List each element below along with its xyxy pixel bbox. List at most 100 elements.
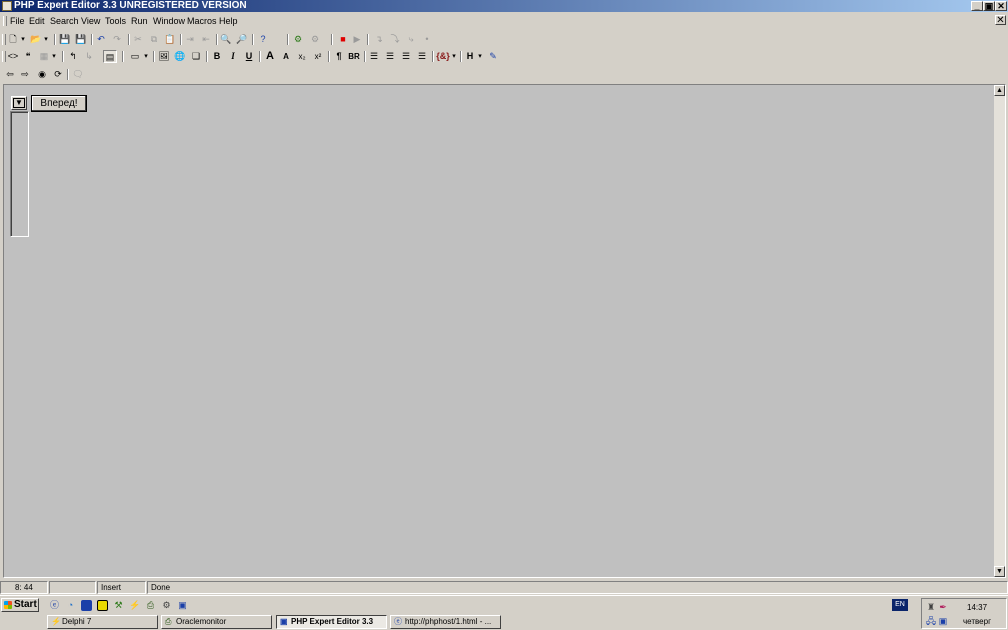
run-script-icon[interactable]: ⚙ <box>291 33 305 46</box>
indent-icon[interactable]: ⇥ <box>183 33 197 46</box>
copy-icon[interactable]: ⧉ <box>147 33 161 46</box>
stop-icon[interactable]: ■ <box>336 33 350 46</box>
design-view-icon[interactable]: ▤ <box>103 50 117 63</box>
find-icon[interactable]: 🔍 <box>219 33 233 46</box>
menu-macros[interactable]: Macros <box>185 15 219 27</box>
save-icon[interactable]: 💾 <box>58 33 72 46</box>
delphi-quicklaunch-icon[interactable]: ⚡ <box>129 600 140 611</box>
editor-preview-area[interactable]: ▲ ▼ <box>3 84 1006 578</box>
italic-icon[interactable]: I <box>226 50 240 63</box>
preview-icon[interactable]: 🗨 <box>71 68 85 81</box>
new-file-icon[interactable]: 🗋 <box>6 33 20 46</box>
highlight-pen-icon[interactable]: ✎ <box>486 50 500 63</box>
font-smaller-icon[interactable]: A <box>279 50 293 63</box>
comment-icon[interactable]: ↳ <box>82 50 96 63</box>
redo-icon[interactable]: ↷ <box>110 33 124 46</box>
align-left-icon[interactable]: ☰ <box>367 50 381 63</box>
paste-icon[interactable]: 📋 <box>163 33 177 46</box>
listbox[interactable] <box>10 111 29 237</box>
frame-icon[interactable]: ▭ <box>128 50 142 63</box>
menu-run[interactable]: Run <box>129 15 150 27</box>
vertical-scrollbar[interactable]: ▲ ▼ <box>994 85 1005 577</box>
step-icon[interactable]: ▶ <box>350 33 364 46</box>
app-quicklaunch-icon[interactable] <box>97 600 108 611</box>
refresh-icon[interactable]: ⟳ <box>51 68 65 81</box>
undo-icon[interactable]: ↶ <box>94 33 108 46</box>
superscript-icon[interactable]: x² <box>311 50 325 63</box>
breakpoint-icon[interactable]: • <box>420 33 434 46</box>
form-icon[interactable]: ❏ <box>189 50 203 63</box>
run-to-cursor-icon[interactable]: ⤷ <box>404 33 418 46</box>
paragraph-icon[interactable]: ¶ <box>332 50 346 63</box>
tag-icon[interactable]: <> <box>6 50 20 63</box>
step-over-icon[interactable]: ⤵ <box>388 33 402 46</box>
scroll-down-icon[interactable]: ▼ <box>994 566 1005 577</box>
frame-dropdown-icon[interactable]: ▾ <box>143 50 149 63</box>
justify-icon[interactable]: ☰ <box>415 50 429 63</box>
task-browser[interactable]: ⓔ http://phphost/1.html - ... <box>390 615 501 629</box>
tray-network-icon[interactable]: 🖧 <box>926 617 936 626</box>
cut-icon[interactable]: ✂ <box>131 33 145 46</box>
br-icon[interactable]: BR <box>347 50 361 63</box>
open-folder-icon[interactable]: 📂 <box>29 33 43 46</box>
menu-search[interactable]: Search <box>48 15 81 27</box>
printer-quicklaunch-icon[interactable]: ⎙ <box>145 600 156 611</box>
network-quicklaunch-icon[interactable]: ⚙ <box>161 600 172 611</box>
task-delphi[interactable]: ⚡ Delphi 7 <box>47 615 158 629</box>
heading-dropdown-icon[interactable]: ▾ <box>477 50 483 63</box>
subscript-icon[interactable]: x₂ <box>295 50 309 63</box>
menu-file[interactable]: File <box>8 15 27 27</box>
minimize-button[interactable]: _ <box>971 1 983 11</box>
trace-into-icon[interactable]: ↴ <box>372 33 386 46</box>
forward-submit-button[interactable]: Вперед! <box>31 95 87 112</box>
new-dropdown-icon[interactable]: ▾ <box>20 33 26 46</box>
font-larger-icon[interactable]: A <box>263 50 277 63</box>
menu-edit[interactable]: Edit <box>27 15 47 27</box>
line-break-icon[interactable]: ↰ <box>66 50 80 63</box>
stop-browser-icon[interactable]: ◉ <box>35 68 49 81</box>
menu-help[interactable]: Help <box>217 15 240 27</box>
tool-quicklaunch-icon[interactable]: ⚒ <box>113 600 124 611</box>
clock-time[interactable]: 14:37 <box>967 603 987 612</box>
find-next-icon[interactable]: 🔎 <box>235 33 249 46</box>
dropdown-toggle-button[interactable]: ▼ <box>11 96 27 110</box>
table-dropdown-icon[interactable]: ▾ <box>51 50 57 63</box>
heading-icon[interactable]: H <box>463 50 477 63</box>
outdent-icon[interactable]: ⇤ <box>199 33 213 46</box>
language-indicator[interactable]: EN <box>892 599 908 611</box>
scroll-up-icon[interactable]: ▲ <box>994 85 1005 96</box>
image-icon[interactable]: 🖼 <box>157 50 171 63</box>
open-dropdown-icon[interactable]: ▾ <box>43 33 49 46</box>
outlook-quicklaunch-icon[interactable]: ◔ <box>65 600 76 611</box>
save-all-icon[interactable]: 💾 <box>74 33 88 46</box>
ie-quicklaunch-icon[interactable]: ⓔ <box>49 600 60 611</box>
task-oraclemonitor[interactable]: ⎙ Oraclemonitor <box>161 615 272 629</box>
mdi-close-icon[interactable]: ✕ <box>995 15 1006 26</box>
special-chars-icon[interactable]: {&} <box>436 50 450 63</box>
system-tray: ♜ ✒ 🖧 ▣ 14:37 четверг <box>921 598 1007 629</box>
start-button[interactable]: Start <box>1 598 39 612</box>
menu-window[interactable]: Window <box>151 15 187 27</box>
bold-icon[interactable]: B <box>210 50 224 63</box>
tray-agent-icon[interactable]: ♜ <box>926 603 936 612</box>
align-center-icon[interactable]: ☰ <box>383 50 397 63</box>
tray-pen-icon[interactable]: ✒ <box>938 603 948 612</box>
forward-icon[interactable]: ⇨ <box>18 68 32 81</box>
maximize-button[interactable]: ▣ <box>983 1 995 11</box>
align-right-icon[interactable]: ☰ <box>399 50 413 63</box>
close-button[interactable]: ✕ <box>995 1 1007 11</box>
web-globe-icon[interactable]: 🌐 <box>173 50 187 63</box>
editor-quicklaunch-icon[interactable]: ▣ <box>177 600 188 611</box>
desktop-quicklaunch-icon[interactable] <box>81 600 92 611</box>
table-icon[interactable]: ▦ <box>37 50 51 63</box>
back-icon[interactable]: ⇦ <box>3 68 17 81</box>
underline-icon[interactable]: U <box>242 50 256 63</box>
special-chars-dropdown-icon[interactable]: ▾ <box>451 50 457 63</box>
task-php-expert-editor[interactable]: ▣ PHP Expert Editor 3.3 <box>276 615 387 629</box>
help-icon[interactable]: ? <box>256 33 270 46</box>
tray-monitor-icon[interactable]: ▣ <box>938 617 948 626</box>
debug-icon[interactable]: ⚙ <box>308 33 322 46</box>
menu-view[interactable]: View <box>79 15 102 27</box>
quote-icon[interactable]: ❝ <box>21 50 35 63</box>
menu-tools[interactable]: Tools <box>103 15 128 27</box>
